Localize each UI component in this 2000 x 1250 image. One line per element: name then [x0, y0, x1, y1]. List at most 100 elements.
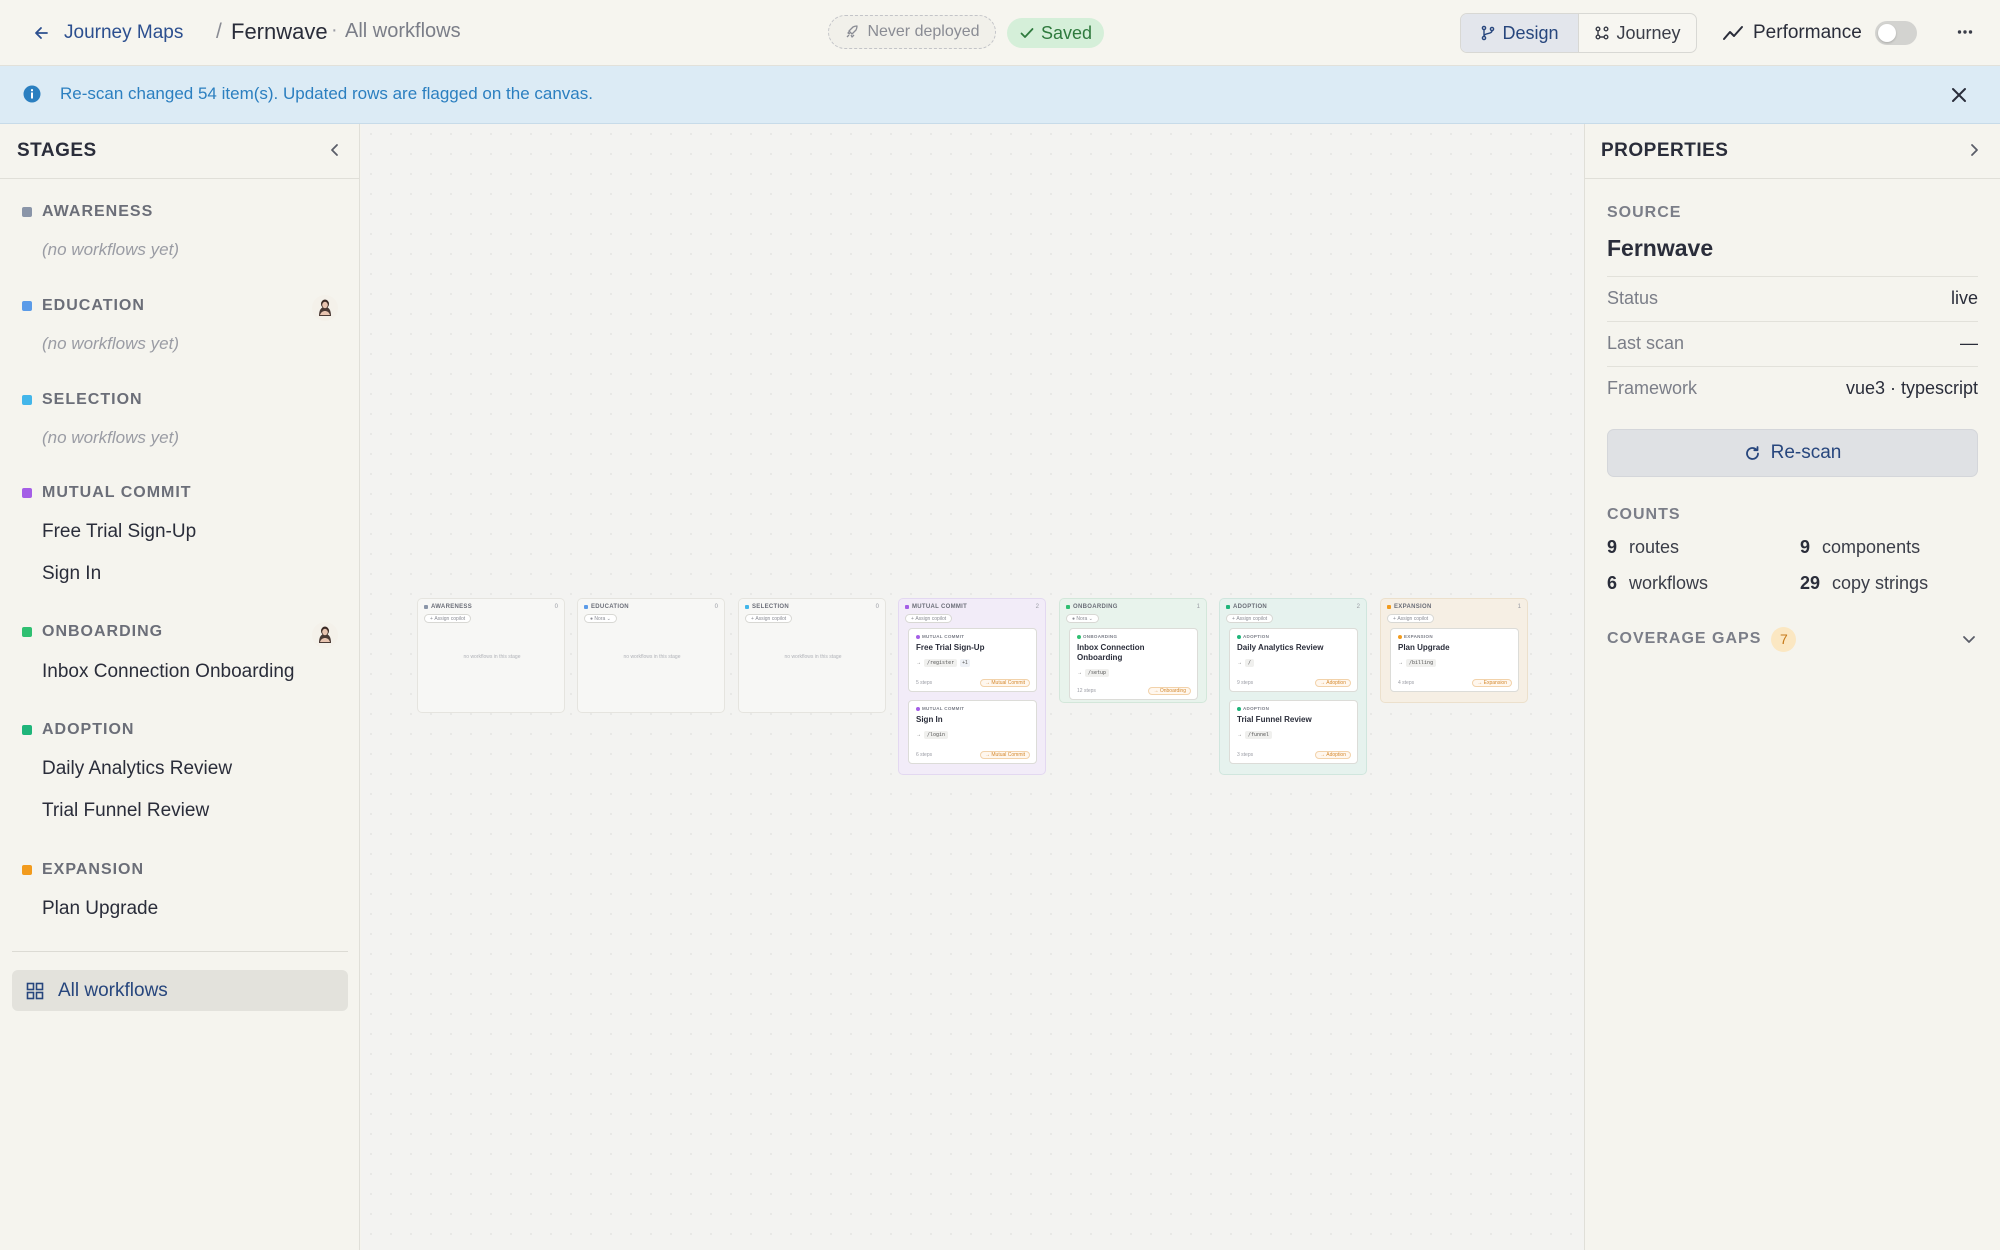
copy-strings-count: 29 copy strings [1800, 573, 1928, 594]
stage-header-awareness[interactable]: AWARENESS [22, 203, 153, 221]
canvas-stage-column[interactable]: SELECTION 0 + Assign copilot no workflow… [738, 598, 886, 713]
workflow-card[interactable]: MUTUAL COMMIT Free Trial Sign-Up → /regi… [908, 628, 1037, 692]
avatar[interactable] [312, 295, 338, 321]
card-stage-text: EXPANSION [1404, 634, 1433, 639]
deploy-status-badge: Never deployed [828, 15, 996, 49]
canvas-stage-column[interactable]: EDUCATION 0 ● Nora ⌄ no workflows in thi… [577, 598, 725, 713]
close-icon[interactable] [1948, 84, 1970, 106]
breadcrumb-project[interactable]: Fernwave [231, 19, 328, 45]
components-count: 9 components [1800, 537, 1920, 558]
sidebar-workflow-item[interactable]: Free Trial Sign-Up [42, 521, 196, 543]
workflow-card[interactable]: MUTUAL COMMIT Sign In → /login 6 steps →… [908, 700, 1037, 764]
assign-copilot-button[interactable]: + Assign copilot [1226, 614, 1274, 623]
back-link[interactable]: Journey Maps [32, 18, 183, 48]
column-title: EXPANSION [1394, 604, 1432, 610]
performance-toggle[interactable] [1875, 21, 1917, 45]
sidebar-workflow-item[interactable]: Daily Analytics Review [42, 758, 232, 780]
stage-color-swatch [22, 725, 32, 735]
column-title: MUTUAL COMMIT [912, 604, 968, 610]
card-title: Sign In [916, 715, 943, 724]
column-header: AWARENESS [424, 604, 472, 610]
card-title: Trial Funnel Review [1237, 715, 1312, 724]
card-route: → /setup [1077, 669, 1110, 677]
column-title: EDUCATION [591, 604, 629, 610]
stage-name: ADOPTION [42, 721, 135, 738]
canvas-stage-column[interactable]: MUTUAL COMMIT 2 + Assign copilot MUTUAL … [898, 598, 1046, 775]
info-icon [23, 85, 41, 103]
performance-label: Performance [1753, 22, 1862, 43]
workflow-card[interactable]: EXPANSION Plan Upgrade → /billing 4 step… [1390, 628, 1519, 692]
card-stage-label: MUTUAL COMMIT [916, 706, 964, 711]
card-route: → /funnel [1237, 731, 1273, 739]
column-title: AWARENESS [431, 604, 473, 610]
card-route-path: / [1245, 659, 1255, 667]
routes-count: 9 routes [1607, 537, 1679, 558]
sidebar-workflow-item[interactable]: Trial Funnel Review [42, 800, 209, 822]
sidebar-workflow-item[interactable]: Plan Upgrade [42, 898, 158, 920]
card-stage-badge: → Adoption [1315, 751, 1351, 759]
workflow-card[interactable]: ADOPTION Daily Analytics Review → / 9 st… [1229, 628, 1358, 692]
ellipsis-icon[interactable] [1950, 17, 1980, 47]
workflow-card[interactable]: ADOPTION Trial Funnel Review → /funnel 3… [1229, 700, 1358, 764]
coverage-gaps-toggle[interactable]: COVERAGE GAPS 7 [1607, 626, 1978, 652]
routes-number: 9 [1607, 537, 1618, 557]
assign-copilot-button[interactable]: + Assign copilot [905, 614, 953, 623]
sidebar-workflow-item[interactable]: Sign In [42, 563, 101, 585]
stage-header-mutual-commit[interactable]: MUTUAL COMMIT [22, 484, 192, 502]
stage-header-selection[interactable]: SELECTION [22, 391, 143, 409]
column-count: 0 [714, 604, 718, 610]
back-link-label: Journey Maps [64, 22, 184, 43]
framework-row: Framework vue3 · typescript [1607, 366, 1978, 410]
card-badge-text: Mutual Commit [991, 752, 1025, 758]
card-badge-text: Adoption [1326, 752, 1346, 758]
workflows-label: workflows [1629, 573, 1709, 593]
canvas-stage-column[interactable]: EXPANSION 1 + Assign copilot EXPANSION P… [1380, 598, 1528, 703]
stage-header-education[interactable]: EDUCATION [22, 297, 145, 315]
card-steps: 5 steps [916, 680, 933, 686]
last-scan-row: Last scan — [1607, 321, 1978, 365]
canvas-stage-column[interactable]: ADOPTION 2 + Assign copilot ADOPTION Dai… [1219, 598, 1367, 775]
rocket-icon [846, 25, 859, 38]
stage-header-expansion[interactable]: EXPANSION [22, 861, 144, 879]
assignee-name: Nora [1076, 615, 1088, 622]
framework-value: vue3 · typescript [1845, 378, 1978, 398]
assign-copilot-button[interactable]: + Assign copilot [745, 614, 793, 623]
column-title: ADOPTION [1233, 604, 1268, 610]
mode-design-button[interactable]: Design [1461, 14, 1578, 52]
workflows-number: 6 [1607, 573, 1618, 593]
card-stage-text: ADOPTION [1243, 634, 1270, 639]
mode-switcher: Design Journey [1460, 13, 1697, 53]
rescan-button[interactable]: Re-scan [1607, 429, 1978, 477]
workflows-count: 6 workflows [1607, 573, 1708, 594]
card-stage-label: ADOPTION [1237, 706, 1269, 711]
column-count: 1 [1196, 604, 1200, 610]
sidebar-workflow-item[interactable]: Inbox Connection Onboarding [42, 661, 294, 683]
card-steps: 4 steps [1398, 680, 1415, 686]
card-route: → /billing [1398, 659, 1437, 667]
stage-header-adoption[interactable]: ADOPTION [22, 721, 134, 739]
stage-header-onboarding[interactable]: ONBOARDING [22, 623, 163, 641]
assign-copilot-label: Assign copilot [1397, 615, 1429, 622]
card-steps: 6 steps [916, 752, 933, 758]
mode-journey-button[interactable]: Journey [1578, 14, 1696, 52]
card-route-path: /register [924, 659, 958, 667]
assignee-chip[interactable]: ● Nora ⌄ [1066, 614, 1099, 623]
card-stage-text: MUTUAL COMMIT [922, 706, 965, 711]
avatar[interactable] [312, 622, 338, 648]
assignee-name: Nora [594, 615, 606, 622]
canvas-stage-column[interactable]: ONBOARDING 1 ● Nora ⌄ ONBOARDING Inbox C… [1059, 598, 1207, 703]
chevron-right-icon[interactable] [1964, 140, 1984, 160]
all-workflows-button[interactable]: All workflows [12, 970, 348, 1011]
chevron-left-icon[interactable] [325, 140, 345, 160]
counts-label: COUNTS [1607, 506, 1681, 523]
card-stage-badge: → Expansion [1472, 679, 1512, 687]
breadcrumb-dot: · [331, 19, 338, 41]
card-stage-text: ONBOARDING [1083, 634, 1118, 639]
workflow-card[interactable]: ONBOARDING Inbox Connection Onboarding →… [1069, 628, 1198, 700]
assign-copilot-button[interactable]: + Assign copilot [424, 614, 472, 623]
canvas-stage-column[interactable]: AWARENESS 0 + Assign copilot no workflow… [417, 598, 565, 713]
assignee-chip[interactable]: ● Nora ⌄ [584, 614, 617, 623]
stage-color-swatch [22, 301, 32, 311]
all-workflows-label: All workflows [58, 979, 168, 1001]
assign-copilot-button[interactable]: + Assign copilot [1387, 614, 1435, 623]
